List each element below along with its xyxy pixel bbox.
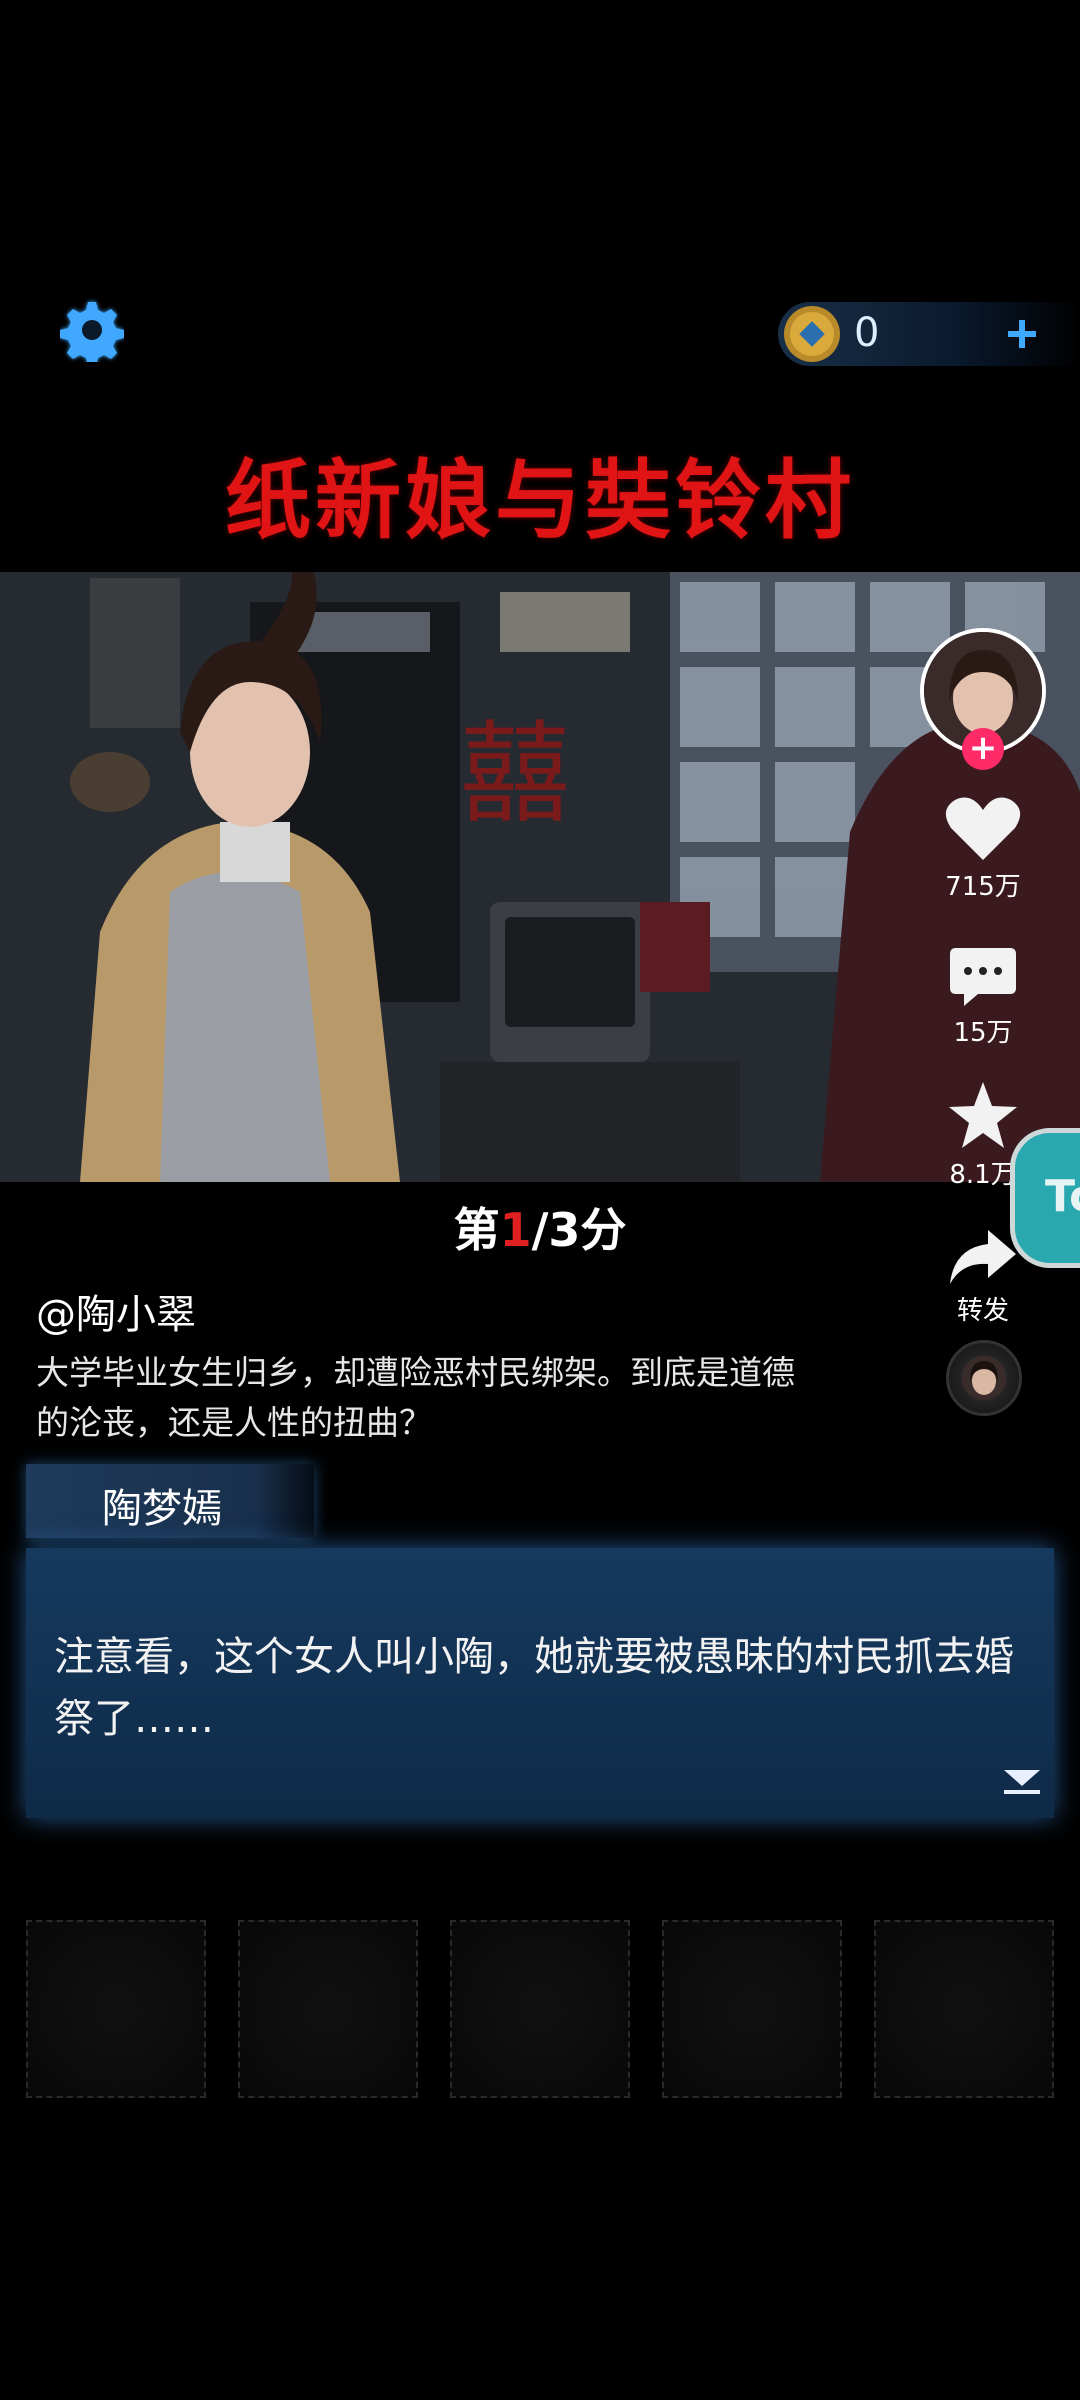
speaker-tag: 陶梦嫣 bbox=[26, 1464, 314, 1538]
inventory-slot[interactable] bbox=[238, 1920, 418, 2098]
top-bar: 0 bbox=[0, 290, 1080, 380]
follow-button[interactable]: + bbox=[962, 728, 1004, 770]
double-happiness-sign: 囍 bbox=[460, 710, 570, 838]
speaker-name: 陶梦嫣 bbox=[102, 1486, 222, 1532]
like-button[interactable]: 715万 bbox=[900, 796, 1066, 903]
side-action-bar: + 715万 15万 8.1万 转发 bbox=[900, 628, 1070, 1428]
like-count: 715万 bbox=[945, 872, 1021, 902]
progress-suffix: /3分 bbox=[531, 1203, 627, 1257]
coin-count: 0 bbox=[854, 310, 880, 356]
post-author[interactable]: @陶小翠 bbox=[36, 1282, 196, 1340]
chapter-progress: 第1/3分 bbox=[0, 1194, 1080, 1260]
dialog-text: 注意看，这个女人叫小陶，她就要被愚昧的村民抓去婚祭了…… bbox=[54, 1634, 1014, 1742]
post-description: 大学毕业女生归乡，却遭险恶村民绑架。到底是道德的沦丧，还是人性的扭曲？ bbox=[36, 1353, 795, 1442]
comment-icon bbox=[950, 948, 1016, 1006]
star-icon bbox=[949, 1082, 1017, 1148]
game-title: 纸新娘与奘铃村 bbox=[225, 451, 855, 551]
inventory-slot[interactable] bbox=[662, 1920, 842, 2098]
dialog-box[interactable]: 注意看，这个女人叫小陶，她就要被愚昧的村民抓去婚祭了…… bbox=[26, 1548, 1054, 1818]
comment-count: 15万 bbox=[953, 1018, 1013, 1048]
gear-icon[interactable] bbox=[60, 298, 124, 366]
comment-button[interactable]: 15万 bbox=[900, 944, 1066, 1049]
inventory-slot[interactable] bbox=[874, 1920, 1054, 2098]
author-avatar[interactable]: + bbox=[920, 628, 1046, 770]
progress-current: 1 bbox=[499, 1203, 532, 1257]
progress-prefix: 第 bbox=[453, 1203, 500, 1257]
heart-icon bbox=[945, 797, 1021, 860]
next-arrow-icon[interactable] bbox=[1002, 1768, 1042, 1796]
coin-balance: 0 bbox=[778, 302, 1080, 366]
coin-icon bbox=[782, 304, 842, 364]
share-label: 转发 bbox=[956, 1296, 1009, 1326]
inventory-slot[interactable] bbox=[26, 1920, 206, 2098]
music-disc-icon[interactable] bbox=[946, 1340, 1022, 1416]
inventory-slot[interactable] bbox=[450, 1920, 630, 2098]
inventory-slots bbox=[26, 1920, 1054, 2100]
plus-icon[interactable] bbox=[992, 302, 1052, 366]
